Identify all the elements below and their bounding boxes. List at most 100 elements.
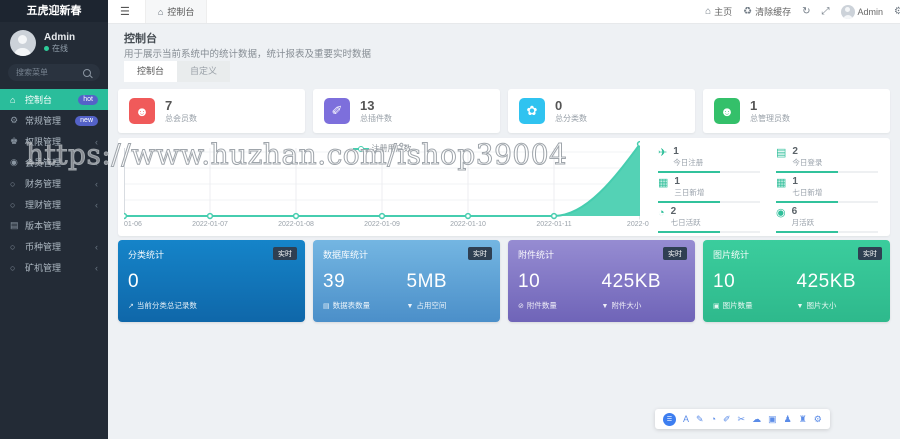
mini-stat-row: ▦ 1 七日新增 [776,176,878,197]
stat-value: 7 [165,97,173,113]
metric-card-columns: 10 ▣ 图片数量 425KB ▼ 图片大小 [713,271,880,311]
sidebar-item-label: 版本管理 [25,221,62,231]
metric-column: 425KB ▼ 图片大小 [797,271,881,311]
realtime-badge: 实时 [273,247,297,260]
trash-icon: ♻ [743,6,753,17]
home-link[interactable]: ⌂ 主页 [705,5,732,18]
stat-label: 总插件数 [360,113,392,123]
realtime-badge: 实时 [858,247,882,260]
circle-icon: ○ [10,178,16,189]
x-tick-label: 2022-01-08 [278,221,314,228]
menu-toggle-icon[interactable]: ☰ [120,5,130,18]
clock-icon[interactable]: ◔ [711,414,716,424]
menu-badge: hot [78,94,98,105]
fullscreen-icon[interactable]: ⤢ [822,6,830,17]
search-icon [83,68,91,77]
metric-value: 0 [128,271,140,292]
avatar [10,30,36,56]
user-circle-icon: ◉ [776,207,786,219]
metric-column: 0 ↗ 当前分类总记录数 [128,271,295,311]
settings-gear-icon[interactable]: ⚙ [894,6,900,17]
stat-card: ✿ 0 总分类数 [508,89,695,133]
mini-stat: ◔ 2 七日活跃 [658,203,760,233]
sidebar-item-label: 会员管理 [25,158,62,168]
x-tick-label: 2022-01-10 [450,221,486,228]
metric-card-title: 附件统计 [518,250,555,260]
clear-cache-button[interactable]: ♻ 清除缓存 [743,5,791,18]
metric-column: 5MB ▼ 占用空间 [407,271,491,311]
user-panel[interactable]: Admin 在线 [0,22,108,62]
mini-stat-label: 今日注册 [673,158,704,167]
realtime-badge: 实时 [663,247,687,260]
metric-column: 10 ⊘ 附件数量 [518,271,602,311]
shirt-icon[interactable]: ♜ [799,414,807,424]
navbar-tab-console[interactable]: ⌂ 控制台 [144,0,208,23]
table-icon: ▤ [323,303,330,310]
mini-stat-row: ◉ 6 月活跃 [776,206,878,227]
user-name: Admin [44,32,76,43]
tab-控制台[interactable]: 控制台 [124,61,178,82]
metric-card-分类统计: 分类统计 实时 0 ↗ 当前分类总记录数 [118,240,305,322]
stat-card-row: ☻ 7 总会员数 ✐ 13 总插件数 ✿ 0 总分类数 ☻ 1 总管理员数 [118,89,890,133]
filter-icon: ▼ [406,303,414,310]
mini-stat-value: 1 [673,146,679,157]
admin-dropdown[interactable]: Admin [840,4,883,19]
mini-stat: ▦ 1 七日新增 [776,173,878,203]
cloud-icon[interactable]: ☁ [752,414,761,424]
brush-icon[interactable]: ✎ [696,414,704,424]
chart-x-axis-labels: 01-06 2022-01-07 2022-01-08 2022-01-09 2022-… [124,221,649,232]
flask-icon[interactable]: ♟ [784,414,792,424]
home-icon: ⌂ [157,6,164,17]
mini-stat-text: 1 今日注册 [673,146,703,167]
realtime-badge: 实时 [468,247,492,260]
mini-stat-text: 2 七日活跃 [671,206,701,227]
mini-stat-value: 1 [674,176,680,187]
main-content: 控制台 用于展示当前系统中的统计数据，统计报表及重要实时数据 控制台 自定义 ☻ 7… [108,23,900,439]
metric-footer-label: 附件大小 [611,301,642,310]
x-tick-label: 2022-01-11 [536,221,572,228]
gear-icon[interactable]: ⚙ [814,414,822,424]
mini-stats-grid: ✈ 1 今日注册 ▤ 2 今日登录 ▦ 1 三日新增 ▦ 1 七日新增 ◔ 2 七日活跃 ◉ 6 月活跃 [658,143,878,233]
sidebar-item-财务管理[interactable]: ○ 财务管理 ‹ [0,173,108,194]
chevron-left-icon: ‹ [95,262,98,273]
sidebar-item-币种管理[interactable]: ○ 币种管理 ‹ [0,236,108,257]
paper-plane-icon: ✈ [658,147,668,159]
metric-card-title: 图片统计 [713,250,750,260]
sidebar-item-常规管理[interactable]: ⚙ 常规管理 new [0,110,108,131]
cogs-icon: ⚙ [10,115,19,125]
sidebar-item-理财管理[interactable]: ○ 理财管理 ‹ [0,194,108,215]
sidebar-item-权限管理[interactable]: ♚ 权限管理 ‹ [0,131,108,152]
circle-icon: ○ [10,199,16,210]
mini-stat-label: 七日新增 [792,188,823,197]
top-navbar: ☰ ⌂ 控制台 ⌂主页 ♻清除缓存 ↻ ⤢ Admin ⚙ [108,0,900,24]
metric-column: 39 ▤ 数据表数量 [323,271,407,311]
pencil-icon[interactable]: ✐ [723,414,731,424]
search-placeholder: 搜索菜单 [16,68,48,77]
metric-footer-label: 图片数量 [722,301,753,310]
leaf-icon: ✿ [519,98,545,124]
sidebar-item-控制台[interactable]: ⌂ 控制台 hot [0,89,108,110]
tab-自定义[interactable]: 自定义 [177,61,231,82]
paperclip-icon: ⊘ [518,303,524,310]
mini-stat-label: 月活跃 [791,218,815,227]
metric-footer: ▼ 图片大小 [797,300,881,311]
mini-stat-row: ▤ 2 今日登录 [776,146,878,167]
mini-stat-value: 2 [670,206,677,217]
metric-card-columns: 0 ↗ 当前分类总记录数 [128,271,295,311]
sidebar-item-版本管理[interactable]: ▤ 版本管理 [0,215,108,236]
refresh-icon[interactable]: ↻ [802,6,810,17]
metric-column: 10 ▣ 图片数量 [713,271,797,311]
mini-stat: ✈ 1 今日注册 [658,143,760,173]
chevron-left-icon: ‹ [95,199,98,210]
mini-stat-row: ◔ 2 七日活跃 [658,206,760,227]
sidebar-item-矿机管理[interactable]: ○ 矿机管理 ‹ [0,257,108,278]
sidebar-item-会员管理[interactable]: ◉ 会员管理 ‹ [0,152,108,173]
mini-stat-row: ✈ 1 今日注册 [658,146,760,167]
chart-legend: 注册用户数 [124,143,640,154]
font-icon[interactable]: A [683,414,689,424]
thinkphp-logo-icon[interactable]: ☰ [663,412,676,426]
cut-icon[interactable]: ✂ [738,414,746,424]
content-tabs: 控制台 自定义 [124,61,231,82]
sidebar-search-input[interactable]: 搜索菜单 [8,64,100,81]
image-icon[interactable]: ▣ [768,414,777,424]
